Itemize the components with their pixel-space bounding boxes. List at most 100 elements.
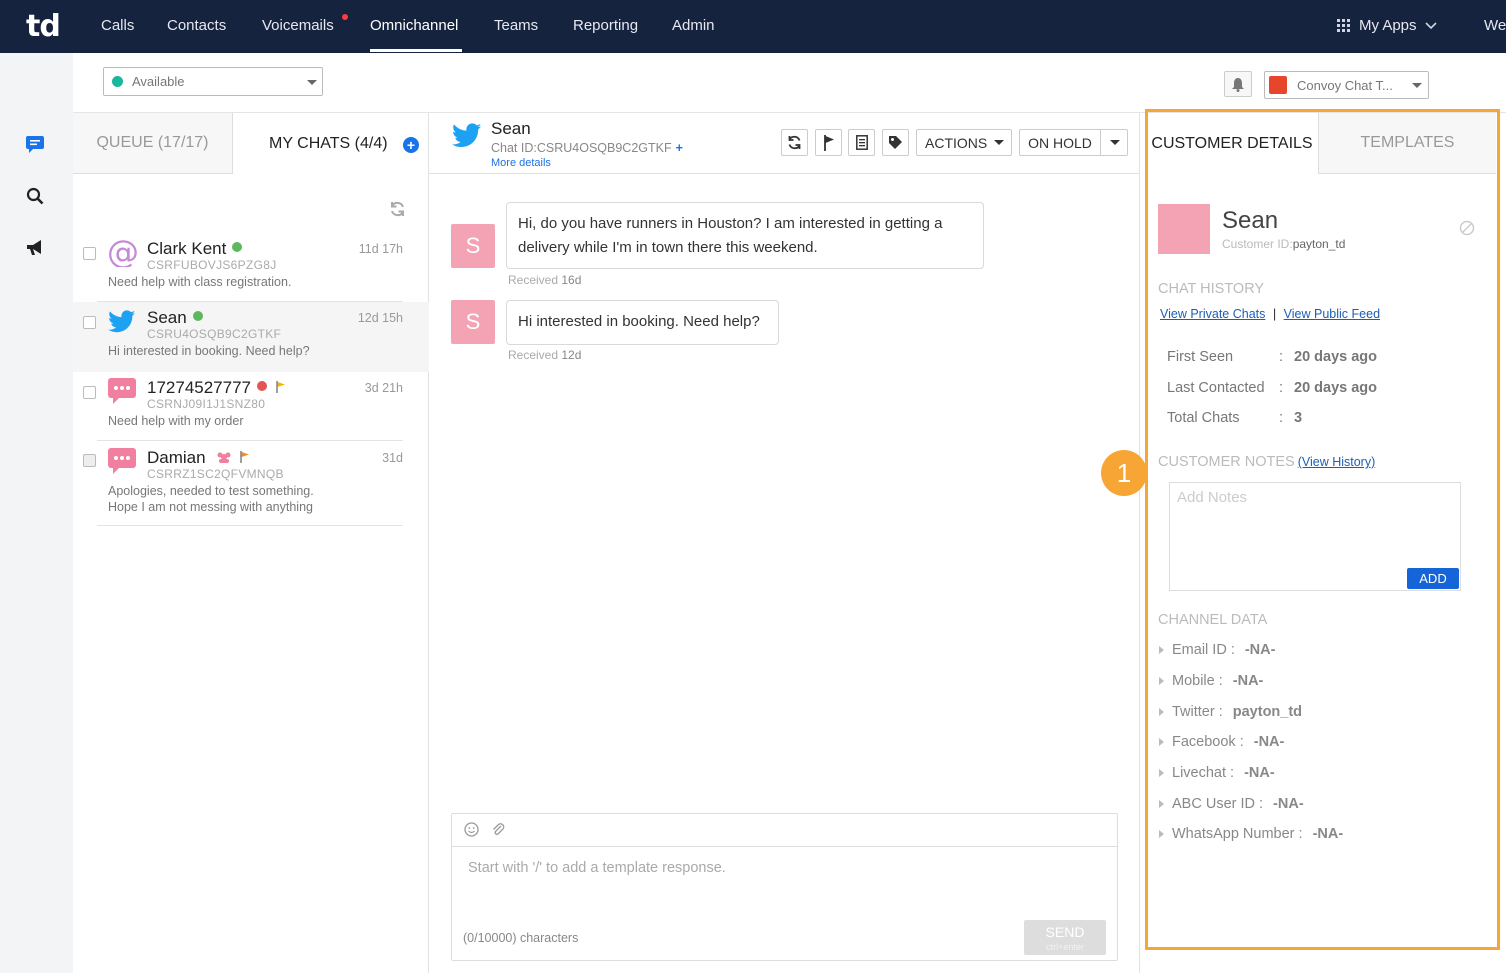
on-hold-dropdown[interactable] [1101,129,1128,156]
chat-name: Sean [147,308,187,327]
transcript-button[interactable] [848,129,875,156]
chat-list-item[interactable]: @ Clark Kent CSRFUBOVJS6PZG8J Need help … [73,233,429,303]
send-label: SEND [1045,924,1085,940]
stat-value: 20 days ago [1294,380,1378,396]
channel-value: -NA- [1232,673,1264,689]
callout-badge: 1 [1101,450,1147,496]
nav-voicemails[interactable]: Voicemails [262,17,334,34]
chat-list-item[interactable]: 17274527777 CSRNJ09I1J1SNZ80 Need help w… [73,372,429,442]
stat-value: 20 days ago [1294,349,1378,365]
chat-checkbox[interactable] [83,454,96,467]
nav-teams[interactable]: Teams [494,17,538,34]
expand-triangle-icon [1159,677,1164,685]
channel-row[interactable]: Email ID : -NA- [1159,642,1275,658]
nav-reporting[interactable]: Reporting [573,17,638,34]
channel-label: Livechat : [1172,765,1235,781]
notes-textarea[interactable]: Add Notes ADD [1169,482,1461,591]
chat-icon[interactable] [24,133,46,155]
chat-list-panel: QUEUE (17/17) MY CHATS (4/4) + @ Clark K… [73,113,429,973]
emoji-icon[interactable] [464,822,479,842]
send-button[interactable]: SEND ctrl+enter [1024,920,1106,955]
channel-value: -NA- [1273,796,1304,812]
availability-select[interactable]: Available [103,67,323,96]
tab-templates[interactable]: TEMPLATES [1318,113,1496,174]
svg-text:@: @ [107,237,137,267]
chat-time: 11d 17h [358,242,403,256]
divider [97,525,403,526]
chat-history-title: CHAT HISTORY [1158,281,1265,297]
sms-bubble-icon [107,377,137,407]
chat-checkbox[interactable] [83,247,96,260]
message-bubble: Hi, do you have runners in Houston? I am… [506,202,984,269]
chat-checkbox[interactable] [83,386,96,399]
nav-omnichannel[interactable]: Omnichannel [370,17,458,34]
chat-id: CSRFUBOVJS6PZG8J [147,258,277,272]
integration-select[interactable]: Convoy Chat T... [1264,71,1429,99]
megaphone-icon[interactable] [24,237,46,259]
view-public-feed-link[interactable]: View Public Feed [1284,307,1380,321]
new-chat-plus-icon[interactable]: + [403,137,419,153]
message-composer: Start with '/' to add a template respons… [451,813,1118,961]
refresh-icon[interactable] [389,201,406,222]
chat-preview-line2: Hope I am not messing with anything [108,500,313,514]
channel-row[interactable]: Facebook : -NA- [1159,734,1284,750]
send-hint: ctrl+enter [1046,942,1084,952]
channel-row[interactable]: ABC User ID : -NA- [1159,796,1304,812]
more-details-link[interactable]: More details [491,157,551,169]
document-icon [855,135,868,150]
transfer-button[interactable] [781,129,808,156]
channel-value: -NA- [1244,765,1275,781]
chat-name: 17274527777 [147,378,252,397]
my-apps-label: My Apps [1359,17,1417,34]
view-private-chats-link[interactable]: View Private Chats [1160,307,1265,321]
channel-value: -NA- [1312,826,1344,842]
chat-preview: Hi interested in booking. Need help? [108,344,310,358]
view-history-link[interactable]: (View History) [1298,455,1376,469]
received-label: Received [508,273,559,287]
chevron-down-icon [1424,21,1437,29]
my-apps-menu[interactable]: My Apps [1337,17,1437,34]
notifications-button[interactable] [1224,71,1252,97]
message-text: Hi, do you have runners in Houston? I am… [518,215,943,232]
paperclip-icon[interactable] [491,822,505,842]
channel-row[interactable]: WhatsApp Number : -NA- [1159,826,1343,842]
actions-label: ACTIONS [925,134,988,151]
nav-truncated-item[interactable]: We [1484,17,1506,34]
tab-my-chats[interactable]: MY CHATS (4/4) [233,113,429,174]
caret-down-icon [1110,140,1120,145]
channel-row[interactable]: Twitter : payton_td [1159,704,1302,720]
channel-row[interactable]: Mobile : -NA- [1159,673,1263,689]
nav-admin[interactable]: Admin [672,17,715,34]
channel-label: Facebook : [1172,734,1244,750]
chat-list-item-selected[interactable]: Sean CSRU4OSQB9C2GTKF Hi interested in b… [73,302,429,372]
block-icon[interactable] [1459,220,1475,241]
add-plus-icon[interactable]: + [676,141,683,155]
twitter-icon [107,310,137,340]
add-note-button[interactable]: ADD [1407,568,1459,589]
channel-label: Twitter : [1172,704,1223,720]
tag-button[interactable] [882,129,909,156]
on-hold-button[interactable]: ON HOLD [1019,129,1101,156]
chat-checkbox[interactable] [83,316,96,329]
chat-list-item[interactable]: Damian CSRRZ1SC2QFVMNQB Apologies, neede… [73,442,429,524]
expand-triangle-icon [1159,830,1164,838]
expand-triangle-icon [1159,800,1164,808]
tab-queue[interactable]: QUEUE (17/17) [73,113,233,174]
channel-label: Mobile : [1172,673,1223,689]
message-input[interactable]: Start with '/' to add a template respons… [468,860,726,876]
channel-row[interactable]: Livechat : -NA- [1159,765,1275,781]
stat-label: Total Chats [1167,410,1240,426]
link-separator: | [1272,306,1277,321]
channel-value: payton_td [1232,704,1303,720]
status-dot [112,76,123,87]
nav-calls[interactable]: Calls [101,17,134,34]
stat-colon: : [1279,410,1284,426]
nav-contacts[interactable]: Contacts [167,17,226,34]
flag-button[interactable] [815,129,842,156]
logo[interactable]: td [26,9,61,44]
actions-dropdown[interactable]: ACTIONS [916,129,1012,156]
tab-customer-details[interactable]: CUSTOMER DETAILS [1146,113,1318,174]
email-at-icon: @ [107,233,139,271]
expand-triangle-icon [1159,708,1164,716]
search-icon[interactable] [24,185,46,207]
